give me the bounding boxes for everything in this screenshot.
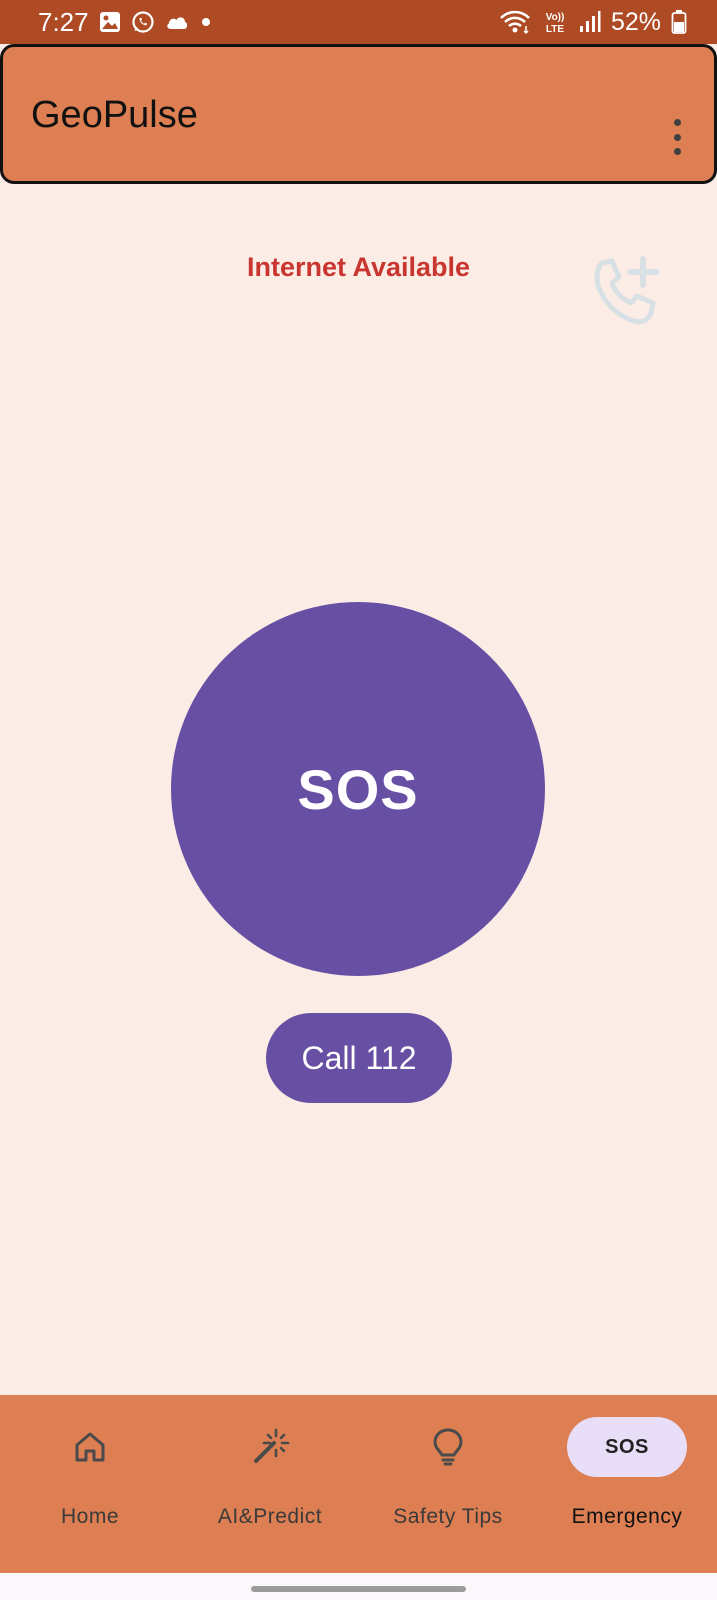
app-bar: GeoPulse (0, 44, 717, 184)
nav-label-home: Home (60, 1505, 120, 1528)
gallery-icon (99, 11, 121, 33)
gesture-bar (0, 1573, 717, 1600)
magic-wand-icon (210, 1417, 330, 1477)
status-time: 7:27 (38, 6, 89, 37)
bottom-navigation: Home AI&Predict Safety Tips SOS Emergenc… (0, 1395, 717, 1573)
nav-label-ai-predict: AI&Predict (217, 1505, 323, 1528)
nav-item-home[interactable]: Home (0, 1395, 180, 1573)
home-indicator[interactable] (251, 1586, 466, 1592)
more-vert-icon[interactable] (662, 117, 692, 157)
status-bar-left: 7:27 (38, 7, 213, 38)
nav-item-safety-tips[interactable]: Safety Tips (358, 1395, 538, 1573)
call-112-button[interactable]: Call 112 (266, 1013, 452, 1103)
more-dot (673, 148, 681, 155)
volte-icon: Vo)) LTE (541, 9, 569, 35)
nav-item-emergency[interactable]: SOS Emergency (537, 1395, 717, 1573)
lightbulb-icon (388, 1417, 508, 1477)
wifi-icon (499, 9, 531, 35)
dot-icon (199, 15, 213, 29)
signal-icon (579, 10, 601, 34)
whatsapp-icon (131, 10, 155, 34)
status-bar-right: Vo)) LTE 52% (499, 8, 687, 37)
more-dot (673, 119, 681, 126)
cloud-icon (165, 13, 189, 31)
battery-percent: 52% (610, 7, 661, 36)
add-call-icon[interactable] (588, 255, 664, 331)
sos-icon-text: SOS (605, 1435, 649, 1458)
app-title: GeoPulse (31, 94, 198, 136)
sos-icon: SOS (567, 1417, 687, 1477)
status-bar: 7:27 Vo)) LTE 52% (0, 0, 717, 44)
sos-button[interactable]: SOS (171, 602, 545, 976)
nav-label-safety-tips: Safety Tips (393, 1505, 503, 1528)
nav-item-ai-predict[interactable]: AI&Predict (180, 1395, 360, 1573)
battery-icon (671, 9, 687, 35)
nav-label-emergency: Emergency (571, 1505, 683, 1528)
more-dot (673, 133, 681, 141)
svg-text:LTE: LTE (546, 24, 564, 35)
home-icon (30, 1417, 150, 1477)
svg-text:Vo)): Vo)) (546, 12, 565, 23)
